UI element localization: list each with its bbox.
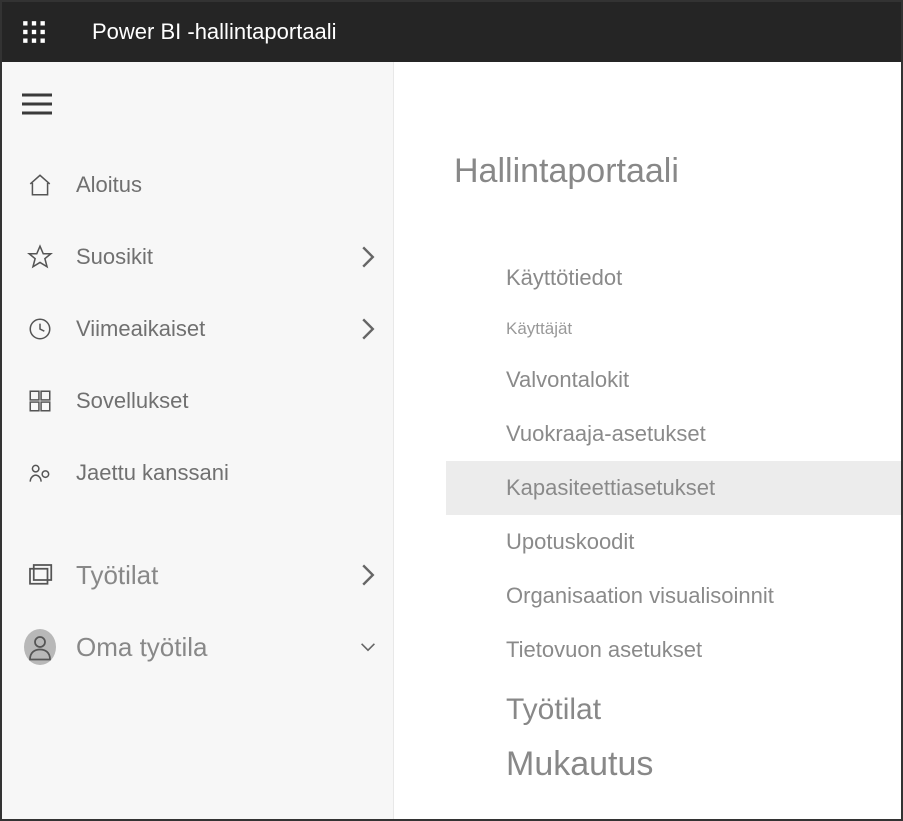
admin-item-embed[interactable]: Upotuskoodit bbox=[498, 515, 901, 569]
star-icon bbox=[24, 244, 56, 270]
sidebar: Aloitus Suosikit Viimeaikaiset Sov bbox=[2, 62, 394, 819]
admin-item-audit[interactable]: Valvontalokit bbox=[498, 353, 901, 407]
admin-item-tenant[interactable]: Vuokraaja-asetukset bbox=[498, 407, 901, 461]
sidebar-item-label: Suosikit bbox=[76, 244, 343, 270]
home-icon bbox=[24, 172, 56, 198]
sidebar-item-label: Sovellukset bbox=[76, 388, 393, 414]
admin-item-custom[interactable]: Mukautus bbox=[498, 741, 901, 798]
sidebar-item-home[interactable]: Aloitus bbox=[2, 149, 393, 221]
sidebar-item-shared[interactable]: Jaettu kanssani bbox=[2, 437, 393, 509]
admin-item-capacity[interactable]: Kapasiteettiasetukset bbox=[446, 461, 901, 515]
admin-nav-list: Käyttötiedot Käyttäjät Valvontalokit Vuo… bbox=[498, 251, 901, 798]
main-content: Hallintaportaali Käyttötiedot Käyttäjät … bbox=[394, 62, 901, 819]
nav-toggle-button[interactable] bbox=[2, 92, 393, 149]
workspaces-icon bbox=[24, 560, 56, 590]
admin-item-visuals[interactable]: Organisaation visualisoinnit bbox=[498, 569, 901, 623]
sidebar-item-label: Viimeaikaiset bbox=[76, 316, 343, 342]
admin-item-usage[interactable]: Käyttötiedot bbox=[498, 251, 901, 305]
sidebar-item-my-workspace[interactable]: Oma työtila bbox=[2, 611, 393, 683]
hamburger-icon bbox=[22, 92, 52, 116]
page-title: Hallintaportaali bbox=[454, 152, 901, 191]
admin-item-users[interactable]: Käyttäjät bbox=[498, 305, 901, 353]
sidebar-divider bbox=[2, 509, 393, 539]
chevron-down-icon bbox=[343, 635, 393, 659]
sidebar-item-label: Jaettu kanssani bbox=[76, 460, 393, 486]
waffle-icon bbox=[21, 19, 47, 45]
apps-icon bbox=[24, 388, 56, 414]
clock-icon bbox=[24, 316, 56, 342]
chevron-right-icon bbox=[343, 563, 393, 587]
sidebar-item-recent[interactable]: Viimeaikaiset bbox=[2, 293, 393, 365]
sidebar-item-label: Aloitus bbox=[76, 172, 393, 198]
admin-item-workspaces[interactable]: Työtilat bbox=[498, 677, 901, 741]
avatar-icon bbox=[24, 629, 56, 665]
sidebar-item-favorites[interactable]: Suosikit bbox=[2, 221, 393, 293]
sidebar-item-label: Oma työtila bbox=[76, 632, 343, 663]
app-title: Power BI -hallintaportaali bbox=[92, 19, 337, 45]
app-launcher-button[interactable] bbox=[14, 12, 54, 52]
body-area: Aloitus Suosikit Viimeaikaiset Sov bbox=[2, 62, 901, 819]
shared-icon bbox=[24, 460, 56, 486]
sidebar-item-apps[interactable]: Sovellukset bbox=[2, 365, 393, 437]
admin-item-dataflow[interactable]: Tietovuon asetukset bbox=[498, 623, 901, 677]
sidebar-item-label: Työtilat bbox=[76, 560, 343, 591]
sidebar-item-workspaces[interactable]: Työtilat bbox=[2, 539, 393, 611]
chevron-right-icon bbox=[343, 245, 393, 269]
chevron-right-icon bbox=[343, 317, 393, 341]
top-bar: Power BI -hallintaportaali bbox=[2, 2, 901, 62]
